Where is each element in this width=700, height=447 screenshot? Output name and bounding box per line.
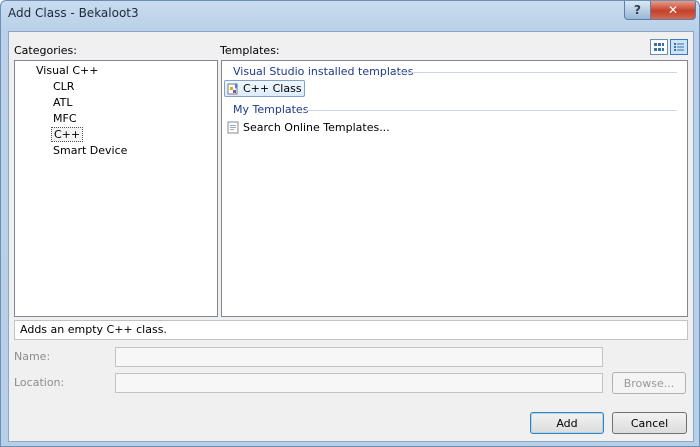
templates-list[interactable]: Visual Studio installed templates C++ Cl… [221, 60, 688, 317]
tree-item-visual-cpp[interactable]: Visual C++ [36, 64, 98, 77]
close-icon: ✕ [667, 3, 679, 17]
group-divider [392, 72, 677, 73]
small-icons-view-button[interactable] [670, 39, 688, 55]
search-online-icon [227, 121, 239, 134]
name-label: Name: [14, 350, 51, 363]
tree-item-cpp[interactable]: C++ [51, 127, 84, 142]
templates-label: Templates: [220, 44, 280, 57]
dialog-window: Add Class - Bekaloot3 ? ✕ Categories: Te… [0, 0, 700, 447]
window-title: Add Class - Bekaloot3 [8, 6, 139, 20]
description-text: Adds an empty C++ class. [20, 323, 167, 336]
location-label: Location: [14, 376, 65, 389]
template-search-online[interactable]: Search Online Templates... [227, 121, 390, 134]
name-field[interactable] [115, 347, 603, 367]
large-icons-view-button[interactable] [650, 39, 668, 55]
template-label: Search Online Templates... [243, 121, 390, 134]
cpp-class-icon [227, 83, 238, 95]
large-icons-icon [654, 43, 664, 51]
list-view-icon [674, 43, 684, 51]
template-cpp-class[interactable]: C++ Class [224, 80, 305, 97]
title-bar[interactable]: Add Class - Bekaloot3 ? ✕ [1, 1, 699, 27]
help-icon: ? [634, 3, 641, 17]
browse-button[interactable]: Browse... [612, 372, 686, 394]
cancel-button[interactable]: Cancel [612, 412, 687, 434]
tree-item-mfc[interactable]: MFC [53, 112, 77, 125]
categories-label: Categories: [14, 44, 77, 57]
group-heading-my-templates: My Templates [233, 103, 309, 116]
group-divider [305, 110, 677, 111]
tree-item-atl[interactable]: ATL [53, 96, 73, 109]
tree-item-clr[interactable]: CLR [53, 80, 74, 93]
template-label: C++ Class [243, 82, 302, 95]
close-button[interactable]: ✕ [650, 1, 696, 20]
location-field[interactable] [115, 373, 603, 393]
dialog-client-area: Categories: Templates: Visual C++ CLR AT… [8, 31, 694, 442]
help-button[interactable]: ? [624, 1, 651, 20]
template-description: Adds an empty C++ class. [14, 320, 688, 340]
add-button[interactable]: Add [530, 412, 604, 434]
group-heading-installed: Visual Studio installed templates [233, 65, 414, 78]
tree-item-smart-device[interactable]: Smart Device [53, 144, 127, 157]
categories-tree[interactable]: Visual C++ CLR ATL MFC C++ Smart Device [14, 60, 218, 317]
